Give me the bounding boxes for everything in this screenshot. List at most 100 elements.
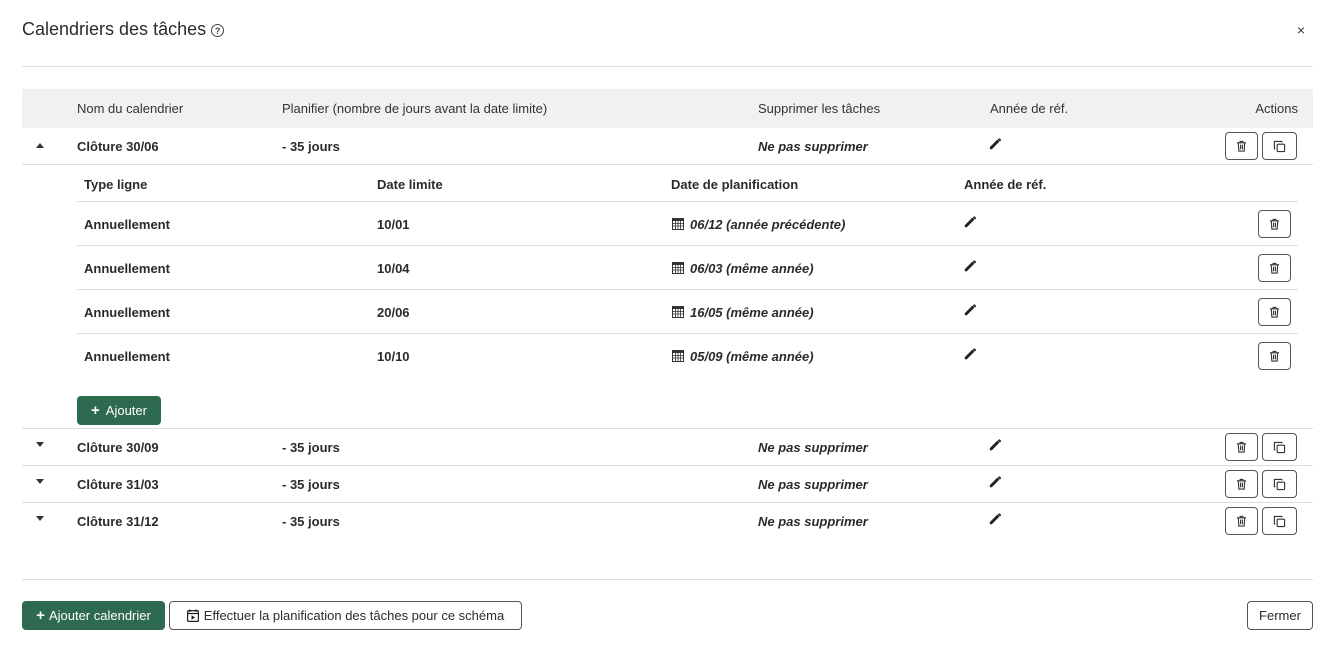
calendar-row: Clôture 31/03 - 35 jours Ne pas supprime… [22,466,1313,503]
trash-icon [1236,515,1247,527]
delete-row-button[interactable] [1258,298,1291,326]
delete-calendar-button[interactable] [1225,507,1258,535]
copy-calendar-button[interactable] [1262,132,1297,160]
calendar-plan: - 35 jours [282,440,340,455]
pencil-icon[interactable] [964,303,977,316]
calendar-name: Clôture 30/06 [77,139,159,154]
copy-icon [1273,478,1286,490]
trash-icon [1269,350,1280,362]
row-planning-date: 06/12 (année précédente) [690,217,846,232]
row-deadline: 10/04 [377,261,410,276]
subtable-row: Annuellement 10/04 06/03 (même année) [77,246,1298,290]
pencil-icon[interactable] [989,475,1002,488]
add-calendar-button[interactable]: + Ajouter calendrier [22,601,165,630]
footer-divider [22,579,1313,580]
calendar-name: Clôture 31/12 [77,514,159,529]
copy-calendar-button[interactable] [1262,433,1297,461]
header-actions: Actions [1255,101,1298,116]
trash-icon [1236,441,1247,453]
row-type: Annuellement [84,349,170,364]
row-planning-date: 05/09 (même année) [690,349,814,364]
modal-header: Calendriers des tâches ? × [22,0,1313,67]
delete-calendar-button[interactable] [1225,132,1258,160]
calendar-delete-tasks: Ne pas supprimer [758,440,868,455]
calendar-grid-icon [672,350,684,362]
add-row-button[interactable]: + Ajouter [77,396,161,425]
copy-icon [1273,140,1286,152]
copy-icon [1273,441,1286,453]
calendar-delete-tasks: Ne pas supprimer [758,514,868,529]
delete-calendar-button[interactable] [1225,470,1258,498]
modal-title-text: Calendriers des tâches [22,19,207,39]
calendar-row: Clôture 31/12 - 35 jours Ne pas supprime… [22,503,1313,540]
plus-icon: + [91,402,100,419]
subtable-row: Annuellement 20/06 16/05 (même année) [77,290,1298,334]
help-icon[interactable]: ? [211,24,225,37]
calendar-play-icon [186,609,199,622]
row-deadline: 20/06 [377,305,410,320]
add-row-label: Ajouter [105,403,147,418]
pencil-icon[interactable] [989,512,1002,525]
run-planning-button[interactable]: Effectuer la planification des tâches po… [169,601,522,630]
expand-caret-icon[interactable] [36,516,44,521]
calendar-name: Clôture 30/09 [77,440,159,455]
subtable-header: Type ligne Date limite Date de planifica… [77,166,1298,202]
calendar-delete-tasks: Ne pas supprimer [758,477,868,492]
calendar-grid-icon [672,262,684,274]
row-planning-date: 06/03 (même année) [690,261,814,276]
subheader-ref-year: Année de réf. [964,177,1047,192]
calendar-delete-tasks: Ne pas supprimer [758,139,868,154]
calendar-row: Clôture 30/09 - 35 jours Ne pas supprime… [22,429,1313,466]
subtable-row: Annuellement 10/10 05/09 (même année) [77,334,1298,378]
trash-icon [1269,262,1280,274]
add-calendar-label: Ajouter calendrier [48,608,151,623]
run-planning-label: Effectuer la planification des tâches po… [203,608,505,623]
pencil-icon[interactable] [989,438,1002,451]
close-label: Fermer [1259,608,1301,623]
subtable-row: Annuellement 10/01 06/12 (année précéden… [77,202,1298,246]
calendar-plan: - 35 jours [282,514,340,529]
copy-calendar-button[interactable] [1262,470,1297,498]
header-name: Nom du calendrier [77,101,184,116]
copy-calendar-button[interactable] [1262,507,1297,535]
delete-row-button[interactable] [1258,210,1291,238]
row-type: Annuellement [84,261,170,276]
close-button[interactable]: Fermer [1247,601,1313,630]
delete-calendar-button[interactable] [1225,433,1258,461]
copy-icon [1273,515,1286,527]
header-ref-year: Année de réf. [990,101,1069,116]
row-type: Annuellement [84,305,170,320]
row-planning-date: 16/05 (même année) [690,305,814,320]
calendar-name: Clôture 31/03 [77,477,159,492]
trash-icon [1269,306,1280,318]
expand-caret-icon[interactable] [36,479,44,484]
close-icon[interactable]: × [1297,22,1305,38]
trash-icon [1236,140,1247,152]
header-plan: Planifier (nombre de jours avant la date… [282,101,548,116]
calendar-table-header: Nom du calendrier Planifier (nombre de j… [22,89,1313,128]
header-delete-tasks: Supprimer les tâches [758,101,881,116]
calendar-row: Clôture 30/06 - 35 jours Ne pas supprime… [22,128,1313,165]
plus-icon: + [36,607,45,624]
row-deadline: 10/10 [377,349,410,364]
subheader-type: Type ligne [84,177,148,192]
delete-row-button[interactable] [1258,342,1291,370]
modal-title: Calendriers des tâches ? [22,19,225,40]
calendar-plan: - 35 jours [282,139,340,154]
pencil-icon[interactable] [964,259,977,272]
pencil-icon[interactable] [989,137,1002,150]
row-deadline: 10/01 [377,217,410,232]
calendar-plan: - 35 jours [282,477,340,492]
trash-icon [1269,218,1280,230]
expand-caret-icon[interactable] [36,442,44,447]
row-type: Annuellement [84,217,170,232]
delete-row-button[interactable] [1258,254,1291,282]
subheader-planning-date: Date de planification [671,177,799,192]
subheader-deadline: Date limite [377,177,443,192]
pencil-icon[interactable] [964,215,977,228]
collapse-caret-icon[interactable] [36,143,44,148]
calendar-grid-icon [672,218,684,230]
calendar-grid-icon [672,306,684,318]
trash-icon [1236,478,1247,490]
pencil-icon[interactable] [964,347,977,360]
